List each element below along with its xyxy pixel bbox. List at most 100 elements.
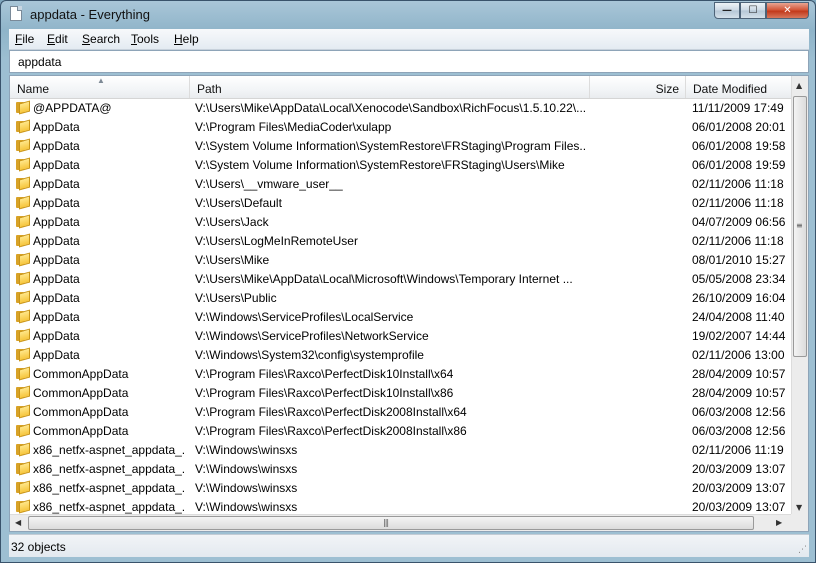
table-row[interactable]: AppData V:\Users\Mike 08/01/2010 15:27 bbox=[10, 250, 791, 269]
row-path: V:\Windows\winsxs bbox=[195, 443, 298, 457]
table-row[interactable]: AppData V:\Users\Jack 04/07/2009 06:56 bbox=[10, 212, 791, 231]
row-date: 24/04/2008 11:40 bbox=[692, 310, 785, 324]
close-button[interactable]: ✕ bbox=[766, 2, 809, 19]
row-path: V:\Program Files\Raxco\PerfectDisk10Inst… bbox=[195, 386, 454, 400]
folder-icon bbox=[16, 442, 30, 457]
menu-tools[interactable]: Tools bbox=[131, 32, 159, 46]
row-name: x86_netfx-aspnet_appdata_... bbox=[33, 443, 185, 457]
table-row[interactable]: CommonAppData V:\Program Files\Raxco\Perf… bbox=[10, 364, 791, 383]
row-name: CommonAppData bbox=[33, 424, 129, 438]
table-row[interactable]: AppData V:\Users\Public 26/10/2009 16:04 bbox=[10, 288, 791, 307]
table-row[interactable]: AppData V:\Users\__vmware_user__ 02/11/200… bbox=[10, 174, 791, 193]
table-row[interactable]: AppData V:\Windows\ServiceProfiles\LocalS… bbox=[10, 307, 791, 326]
table-row[interactable]: AppData V:\System Volume Information\Syst… bbox=[10, 155, 791, 174]
results-rows: @APPDATA@ V:\Users\Mike\AppData\Local\Xen… bbox=[10, 98, 791, 516]
scroll-up-arrow-icon[interactable]: ▲ bbox=[796, 81, 802, 90]
caption-buttons: — ☐ ✕ bbox=[714, 2, 809, 19]
row-date: 20/03/2009 13:07 bbox=[692, 481, 786, 495]
folder-icon bbox=[16, 404, 30, 419]
column-header-size[interactable]: Size bbox=[590, 76, 686, 98]
row-name: x86_netfx-aspnet_appdata_... bbox=[33, 500, 185, 514]
object-count: 32 objects bbox=[11, 540, 66, 554]
table-row[interactable]: AppData V:\Windows\ServiceProfiles\Networ… bbox=[10, 326, 791, 345]
resize-grip-icon[interactable]: ⋰ bbox=[798, 545, 807, 555]
table-row[interactable]: AppData V:\Program Files\MediaCoder\xulap… bbox=[10, 117, 791, 136]
menu-file[interactable]: File bbox=[15, 32, 34, 46]
results-list: ▲ Name Path Size Date Modified @APPDATA@… bbox=[9, 75, 809, 532]
row-name: AppData bbox=[33, 253, 80, 267]
maximize-button[interactable]: ☐ bbox=[740, 2, 766, 19]
menu-edit[interactable]: Edit bbox=[47, 32, 68, 46]
vertical-scrollbar[interactable]: ▲ ≡ ▼ bbox=[791, 76, 808, 514]
table-row[interactable]: AppData V:\Windows\System32\config\system… bbox=[10, 345, 791, 364]
menu-help-accel: H bbox=[174, 32, 183, 46]
table-row[interactable]: AppData V:\Users\LogMeInRemoteUser 02/11/2… bbox=[10, 231, 791, 250]
table-row[interactable]: CommonAppData V:\Program Files\Raxco\Perf… bbox=[10, 421, 791, 440]
menu-tools-label: ools bbox=[137, 32, 160, 46]
scroll-down-arrow-icon[interactable]: ▼ bbox=[796, 503, 802, 512]
row-path: V:\Windows\System32\config\systemprofile bbox=[195, 348, 424, 362]
table-row[interactable]: x86_netfx-aspnet_appdata_... V:\Windows\w… bbox=[10, 440, 791, 459]
column-header-path[interactable]: Path bbox=[190, 76, 590, 98]
row-path: V:\Users\Jack bbox=[195, 215, 269, 229]
search-input[interactable]: appdata bbox=[9, 50, 809, 73]
menu-help-label: elp bbox=[182, 32, 199, 46]
menu-search[interactable]: Search bbox=[82, 32, 120, 46]
menu-help[interactable]: Help bbox=[174, 32, 199, 46]
row-date: 02/11/2006 11:18 bbox=[692, 196, 784, 210]
row-date: 04/07/2009 06:56 bbox=[692, 215, 786, 229]
table-row[interactable]: @APPDATA@ V:\Users\Mike\AppData\Local\Xen… bbox=[10, 98, 791, 117]
folder-icon bbox=[16, 385, 30, 400]
horizontal-scroll-thumb[interactable]: ||| bbox=[28, 516, 754, 530]
row-path: V:\Program Files\Raxco\PerfectDisk10Inst… bbox=[195, 367, 454, 381]
folder-icon bbox=[16, 100, 30, 115]
folder-icon bbox=[16, 233, 30, 248]
row-path: V:\Users\Mike\AppData\Local\Xenocode\San… bbox=[195, 101, 587, 115]
table-row[interactable]: x86_netfx-aspnet_appdata_... V:\Windows\w… bbox=[10, 478, 791, 497]
menu-search-accel: S bbox=[82, 32, 91, 46]
row-name: AppData bbox=[33, 139, 80, 153]
row-path: V:\System Volume Information\SystemResto… bbox=[195, 139, 587, 153]
row-date: 19/02/2007 14:44 bbox=[692, 329, 786, 343]
row-name: AppData bbox=[33, 291, 80, 305]
sort-ascending-icon: ▲ bbox=[97, 76, 105, 85]
row-path: V:\Users\__vmware_user__ bbox=[195, 177, 343, 191]
folder-icon bbox=[16, 480, 30, 495]
column-header-date[interactable]: Date Modified bbox=[686, 76, 791, 98]
vertical-scroll-thumb[interactable]: ≡ bbox=[793, 96, 807, 357]
row-path: V:\Users\Mike bbox=[195, 253, 270, 267]
folder-icon bbox=[16, 423, 30, 438]
column-header-date-label: Date Modified bbox=[693, 82, 768, 96]
folder-icon bbox=[16, 195, 30, 210]
table-row[interactable]: CommonAppData V:\Program Files\Raxco\Perf… bbox=[10, 383, 791, 402]
row-date: 20/03/2009 13:07 bbox=[692, 500, 786, 514]
table-row[interactable]: x86_netfx-aspnet_appdata_... V:\Windows\w… bbox=[10, 459, 791, 478]
table-row[interactable]: AppData V:\System Volume Information\Syst… bbox=[10, 136, 791, 155]
minimize-button[interactable]: — bbox=[714, 2, 740, 19]
folder-icon bbox=[16, 461, 30, 476]
row-date: 11/11/2009 17:49 bbox=[692, 101, 784, 115]
title-bar[interactable]: appdata - Everything — ☐ ✕ bbox=[1, 1, 815, 29]
table-row[interactable]: CommonAppData V:\Program Files\Raxco\Perf… bbox=[10, 402, 791, 421]
table-row[interactable]: AppData V:\Users\Default 02/11/2006 11:18 bbox=[10, 193, 791, 212]
scrollbar-corner bbox=[791, 514, 808, 531]
row-path: V:\Program Files\Raxco\PerfectDisk2008In… bbox=[195, 424, 467, 438]
column-header-path-label: Path bbox=[197, 82, 222, 96]
row-path: V:\Program Files\MediaCoder\xulapp bbox=[195, 120, 392, 134]
column-header-name[interactable]: ▲ Name bbox=[10, 76, 190, 98]
row-name: AppData bbox=[33, 310, 80, 324]
document-icon bbox=[10, 6, 22, 21]
folder-icon bbox=[16, 157, 30, 172]
row-date: 02/11/2006 13:00 bbox=[692, 348, 785, 362]
grip-icon: ≡ bbox=[796, 221, 803, 230]
folder-icon bbox=[16, 119, 30, 134]
scroll-left-arrow-icon[interactable]: ◀ bbox=[15, 518, 21, 527]
scroll-right-arrow-icon[interactable]: ▶ bbox=[776, 518, 782, 527]
row-date: 05/05/2008 23:34 bbox=[692, 272, 786, 286]
horizontal-scrollbar[interactable]: ◀ ||| ▶ bbox=[10, 514, 791, 531]
row-path: V:\Users\Public bbox=[195, 291, 277, 305]
grip-icon: ||| bbox=[383, 518, 389, 527]
table-row[interactable]: AppData V:\Users\Mike\AppData\Local\Micro… bbox=[10, 269, 791, 288]
folder-icon bbox=[16, 271, 30, 286]
row-name: x86_netfx-aspnet_appdata_... bbox=[33, 462, 185, 476]
